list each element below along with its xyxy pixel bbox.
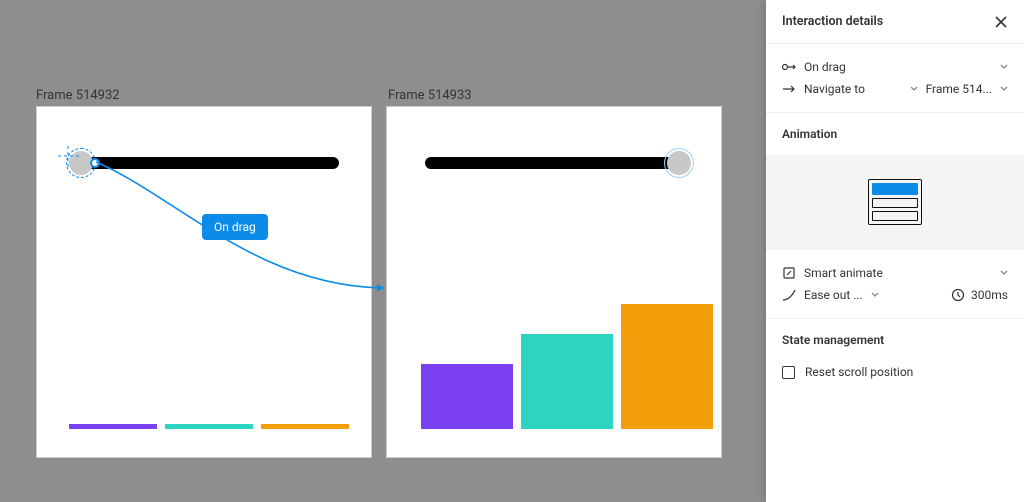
anim-line (872, 211, 918, 221)
frame-label-2[interactable]: Frame 514933 (388, 88, 472, 103)
bar-2c (621, 304, 713, 429)
state-section-title: State management (766, 319, 1024, 361)
reset-scroll-label: Reset scroll position (805, 365, 913, 379)
close-icon[interactable] (994, 15, 1008, 29)
anim-line (872, 198, 918, 208)
action-label: Navigate to (804, 82, 902, 96)
slider-knob-2[interactable] (667, 151, 691, 175)
animation-section-title: Animation (766, 113, 1024, 155)
frame-514932[interactable] (36, 106, 372, 458)
frame-514933[interactable] (386, 106, 722, 458)
bar-1a (69, 424, 157, 429)
destination-value[interactable]: Frame 514... (926, 82, 992, 96)
panel-header: Interaction details (766, 0, 1024, 44)
interaction-pill[interactable]: On drag (202, 214, 268, 240)
chevron-down-icon (910, 85, 918, 93)
easing-select[interactable]: Ease out ... (782, 288, 943, 302)
bar-2b (521, 334, 613, 429)
slider-track-1 (75, 157, 339, 169)
ease-curve-icon (782, 288, 796, 302)
trigger-row[interactable]: On drag (782, 56, 1008, 78)
trigger-section: On drag Navigate to Frame 514... (766, 44, 1024, 113)
interaction-source-handle[interactable] (90, 158, 100, 168)
transition-section: Smart animate Ease out ... 300ms (766, 250, 1024, 319)
trigger-label: On drag (804, 60, 992, 74)
chevron-down-icon (1000, 63, 1008, 71)
bar-1b (165, 424, 253, 429)
smart-animate-icon (782, 266, 796, 280)
drag-icon (782, 60, 796, 74)
bar-1c (261, 424, 349, 429)
anim-highlight (872, 183, 918, 195)
transition-label: Smart animate (804, 266, 992, 280)
slider-track-2 (425, 157, 689, 169)
action-row[interactable]: Navigate to Frame 514... (782, 78, 1008, 100)
panel-title: Interaction details (782, 14, 883, 29)
interaction-details-panel: Interaction details On drag Navigate to … (766, 0, 1024, 502)
reset-scroll-checkbox[interactable] (782, 366, 795, 379)
state-section: Reset scroll position (766, 361, 1024, 395)
reset-scroll-row[interactable]: Reset scroll position (782, 361, 1008, 383)
duration-value: 300ms (971, 288, 1008, 302)
prototype-canvas[interactable]: Frame 514932 Frame 514933 Flow 3 On drag (0, 0, 764, 502)
frame-label-1[interactable]: Frame 514932 (36, 88, 120, 103)
transition-row[interactable]: Smart animate (782, 262, 1008, 284)
navigate-icon (782, 82, 796, 96)
clock-icon (951, 288, 965, 302)
bar-2a (421, 364, 513, 429)
animation-preview[interactable] (766, 155, 1024, 250)
chevron-down-icon (1000, 269, 1008, 277)
easing-duration-row: Ease out ... 300ms (782, 284, 1008, 306)
chevron-down-icon (871, 291, 879, 299)
easing-label: Ease out ... (804, 288, 863, 302)
duration-field[interactable]: 300ms (951, 288, 1008, 302)
animation-thumbnail (868, 179, 922, 225)
chevron-down-icon (1000, 85, 1008, 93)
